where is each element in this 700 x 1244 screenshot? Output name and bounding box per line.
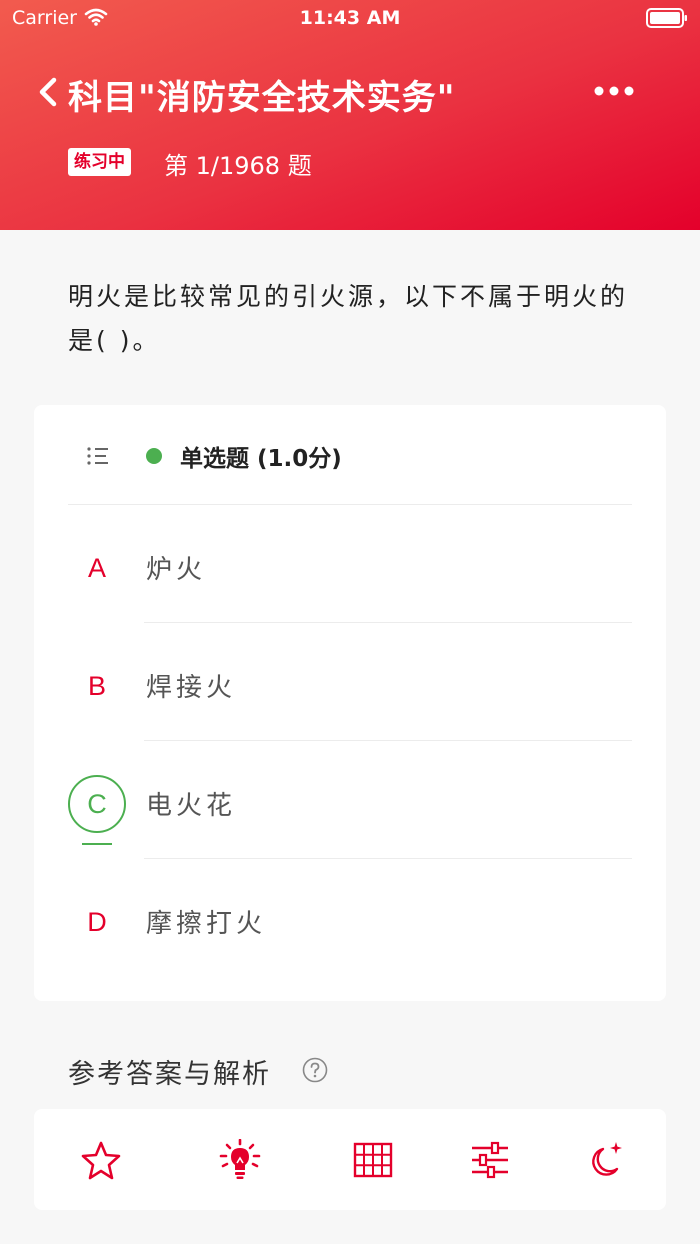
options-card: 单选题 (1.0分) A 炉火 B 焊接火 C 电火花 D 摩擦打火	[34, 405, 666, 1001]
star-icon[interactable]	[79, 1139, 123, 1181]
lightbulb-icon[interactable]	[218, 1139, 262, 1181]
grid-icon[interactable]	[351, 1139, 395, 1181]
option-c[interactable]: C 电火花	[34, 741, 666, 859]
status-time: 11:43 AM	[299, 7, 401, 29]
selected-underline	[82, 843, 112, 845]
option-text: 炉火	[146, 555, 207, 585]
question-counter: 第 1/1968 题	[164, 152, 312, 180]
bottom-toolbar	[34, 1109, 666, 1210]
option-letter: D	[87, 907, 107, 937]
option-letter-selected: C	[68, 775, 126, 833]
option-b[interactable]: B 焊接火	[34, 623, 666, 741]
option-text: 摩擦打火	[146, 909, 267, 939]
option-text: 焊接火	[146, 673, 237, 703]
mode-badge: 练习中	[68, 148, 131, 176]
option-letter: A	[87, 553, 106, 583]
option-text: 电火花	[146, 791, 237, 821]
moon-icon[interactable]	[583, 1139, 627, 1181]
question-type-label: 单选题 (1.0分)	[180, 446, 342, 472]
option-a[interactable]: A 炉火	[34, 505, 666, 623]
sliders-icon[interactable]	[468, 1139, 512, 1181]
option-letter: B	[87, 671, 106, 701]
battery-icon	[646, 8, 687, 28]
page-title: 科目"消防安全技术实务"	[68, 78, 456, 118]
more-button[interactable]	[590, 76, 638, 106]
help-icon[interactable]	[302, 1057, 328, 1083]
status-bar: Carrier 11:43 AM	[0, 0, 700, 36]
back-button[interactable]	[32, 72, 68, 112]
status-dot	[146, 448, 162, 464]
nav-bar: 科目"消防安全技术实务"	[0, 60, 700, 124]
header: Carrier 11:43 AM 科目"消防安全技术实务" 练习中 第 1/19…	[0, 0, 700, 230]
list-icon[interactable]	[86, 445, 110, 467]
question-text: 明火是比较常见的引火源，以下不属于明火的是( )。	[68, 282, 629, 355]
explanation-title: 参考答案与解析	[68, 1059, 271, 1090]
option-d[interactable]: D 摩擦打火	[34, 859, 666, 977]
